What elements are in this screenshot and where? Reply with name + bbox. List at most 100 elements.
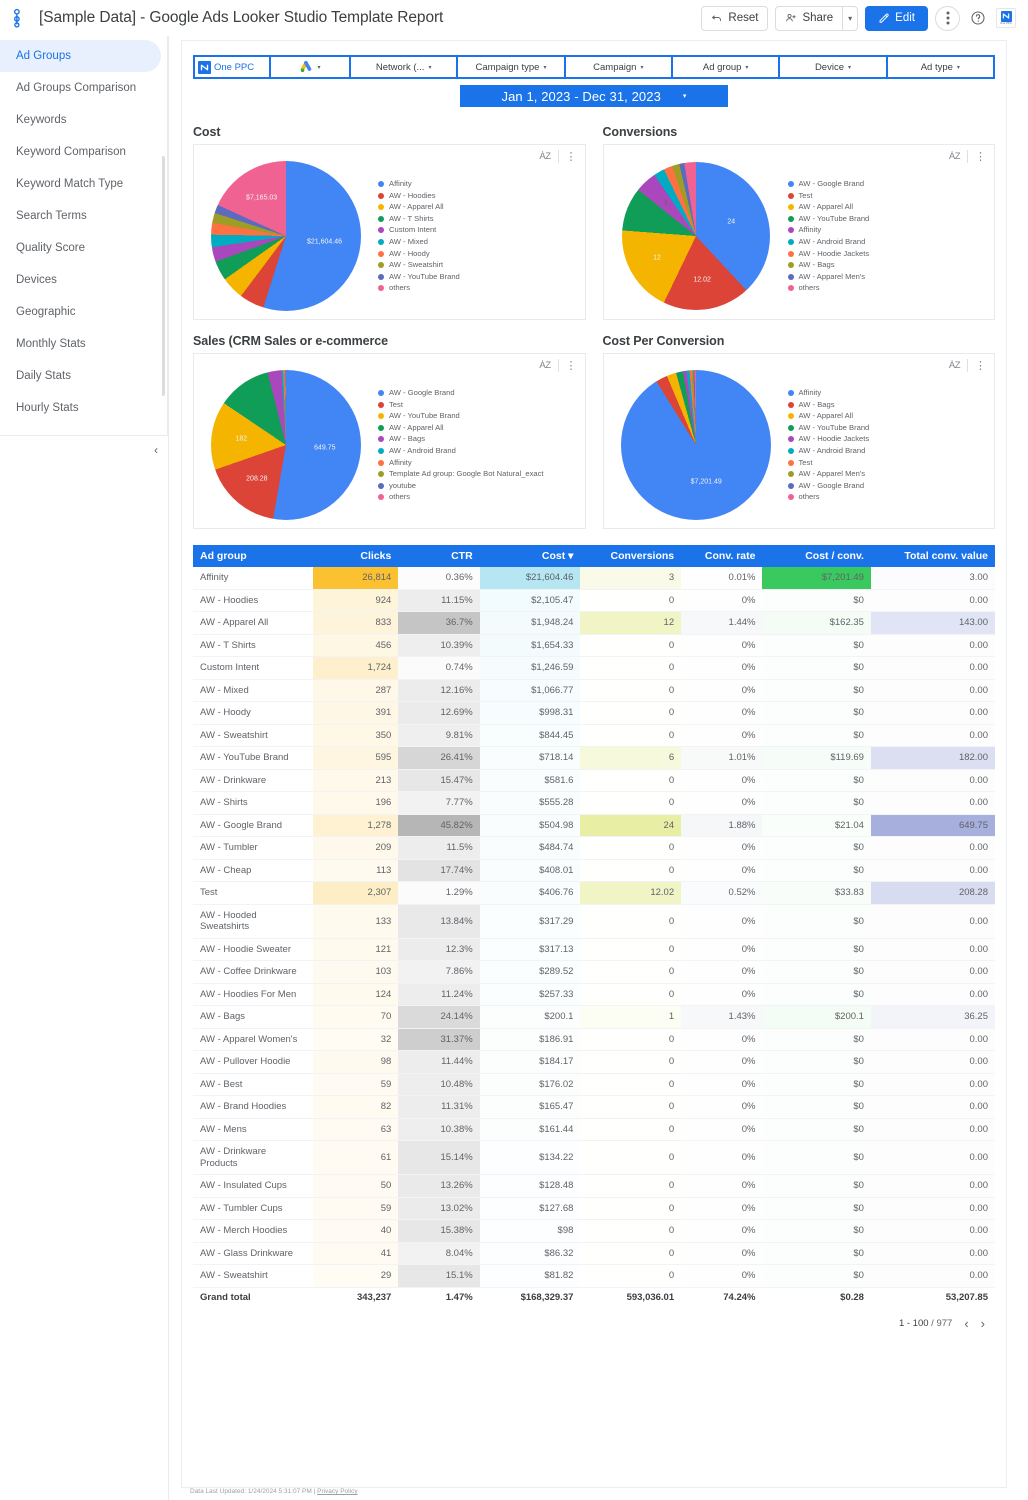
sidebar-item-geographic[interactable]: Geographic — [0, 296, 161, 328]
table-row[interactable]: AW - Hoody 391 12.69% $998.31 0 0% $0 0.00 — [193, 701, 995, 725]
sidebar-item-keyword-match-type[interactable]: Keyword Match Type — [0, 168, 161, 200]
legend-item[interactable]: AW - Hoody — [378, 248, 573, 260]
legend-item[interactable]: AW - Google Brand — [787, 178, 983, 190]
sort-az-icon[interactable]: ȦZ — [949, 151, 961, 162]
filter-campaign[interactable]: Campaign ▾ — [565, 57, 671, 77]
table-row[interactable]: AW - Tumbler Cups 59 13.02% $127.68 0 0% $0 0.0… — [193, 1197, 995, 1220]
pagination-next-button[interactable]: › — [981, 1316, 985, 1331]
column-header-cost-per-conv[interactable]: Cost / conv. — [762, 545, 871, 567]
legend-item[interactable]: Affinity — [787, 387, 983, 399]
table-row[interactable]: AW - Apparel Women's 32 31.37% $186.91 0 0% $0… — [193, 1028, 995, 1051]
legend-item[interactable]: Template Ad group: Google Bot Natural_ex… — [378, 468, 573, 480]
legend-item[interactable]: AW - YouTube Brand — [378, 410, 573, 422]
column-header-ad-group[interactable]: Ad group — [193, 545, 314, 567]
legend-item[interactable]: AW - Apparel All — [378, 422, 573, 434]
chart-options-icon[interactable]: ⋮ — [975, 151, 986, 162]
legend-item[interactable]: AW - Android Brand — [378, 445, 573, 457]
column-header-conversions[interactable]: Conversions — [580, 545, 682, 567]
legend-item[interactable]: AW - Apparel Men's — [787, 468, 983, 480]
sidebar-item-hourly-stats[interactable]: Hourly Stats — [0, 392, 161, 424]
share-dropdown-caret[interactable]: ▾ — [842, 5, 859, 31]
table-row[interactable]: AW - Cheap 113 17.74% $408.01 0 0% $0 0.00 — [193, 859, 995, 882]
table-row[interactable]: AW - Brand Hoodies 82 11.31% $165.47 0 0% $0 0.… — [193, 1095, 995, 1119]
table-row[interactable]: AW - Hoodie Sweater 121 12.3% $317.13 0 0% $0 0… — [193, 938, 995, 961]
legend-item[interactable]: Test — [787, 457, 983, 469]
table-row[interactable]: AW - Hoodies 924 11.15% $2,105.47 0 0% $0 0.00 — [193, 589, 995, 612]
legend-item[interactable]: AW - Google Brand — [787, 480, 983, 492]
pie-sales[interactable]: 649.75 208.28 182 — [211, 370, 361, 520]
legend-item[interactable]: Test — [378, 399, 573, 411]
legend-item[interactable]: others — [787, 491, 983, 503]
legend-item[interactable]: Affinity — [787, 224, 983, 236]
sidebar-item-quality-score[interactable]: Quality Score — [0, 232, 161, 264]
sidebar-item-monthly-stats[interactable]: Monthly Stats — [0, 328, 161, 360]
legend-item[interactable]: AW - YouTube Brand — [378, 271, 573, 283]
sidebar-collapse-button[interactable]: ‹ — [146, 440, 166, 460]
help-button[interactable] — [967, 7, 989, 29]
sidebar-item-ad-groups[interactable]: Ad Groups — [0, 40, 161, 72]
sort-az-icon[interactable]: ȦZ — [539, 151, 551, 162]
legend-item[interactable]: AW - Hoodie Jackets — [787, 248, 983, 260]
table-row[interactable]: AW - Tumbler 209 11.5% $484.74 0 0% $0 0.00 — [193, 836, 995, 860]
column-header-ctr[interactable]: CTR — [398, 545, 480, 567]
legend-item[interactable]: AW - Apparel All — [378, 201, 573, 213]
legend-item[interactable]: others — [787, 282, 983, 294]
legend-item[interactable]: AW - Hoodie Jackets — [787, 433, 983, 445]
sidebar-item-search-terms[interactable]: Search Terms — [0, 200, 161, 232]
chart-options-icon[interactable]: ⋮ — [566, 151, 577, 162]
legend-item[interactable]: AW - T Shirts — [378, 213, 573, 225]
table-row[interactable]: AW - Drinkware Products 61 15.14% $134.22 0 0… — [193, 1140, 995, 1175]
table-row[interactable]: AW - Insulated Cups 50 13.26% $128.48 0 0% $0 0… — [193, 1174, 995, 1198]
more-options-button[interactable] — [935, 5, 960, 31]
column-header-clicks[interactable]: Clicks — [313, 545, 399, 567]
sort-az-icon[interactable]: ȦZ — [949, 360, 961, 371]
legend-item[interactable]: AW - Sweatshirt — [378, 259, 573, 271]
table-row[interactable]: AW - Pullover Hoodie 98 11.44% $184.17 0 0% $0… — [193, 1050, 995, 1074]
legend-item[interactable]: others — [378, 491, 573, 503]
table-row[interactable]: AW - Google Brand 1,278 45.82% $504.98 24 1.8… — [193, 814, 995, 837]
sidebar-item-daily-stats[interactable]: Daily Stats — [0, 360, 161, 392]
legend-item[interactable]: AW - Bags — [378, 433, 573, 445]
table-row[interactable]: Test 2,307 1.29% $406.76 12.02 0.52% $33.83 208… — [193, 881, 995, 905]
legend-item[interactable]: Test — [787, 190, 983, 202]
table-row[interactable]: AW - Sweatshirt 29 15.1% $81.82 0 0% $0 0.00 — [193, 1264, 995, 1288]
table-row[interactable]: Custom Intent 1,724 0.74% $1,246.59 0 0% $0 0.0… — [193, 656, 995, 680]
chart-options-icon[interactable]: ⋮ — [566, 360, 577, 371]
reset-button[interactable]: Reset — [701, 5, 769, 31]
table-row[interactable]: Affinity 26,814 0.36% $21,604.46 3 0.01% $7,20… — [193, 567, 995, 590]
column-header-conv-rate[interactable]: Conv. rate — [681, 545, 763, 567]
table-row[interactable]: AW - Merch Hoodies 40 15.38% $98 0 0% $0 0.00 — [193, 1219, 995, 1243]
legend-item[interactable]: AW - Hoodies — [378, 190, 573, 202]
sidebar-item-keyword-comparison[interactable]: Keyword Comparison — [0, 136, 161, 168]
legend-item[interactable]: others — [378, 282, 573, 294]
privacy-policy-link[interactable]: Privacy Policy — [317, 1488, 357, 1495]
pagination-prev-button[interactable]: ‹ — [964, 1316, 968, 1331]
legend-item[interactable]: AW - Android Brand — [787, 236, 983, 248]
filter-ad-type[interactable]: Ad type ▾ — [887, 57, 993, 77]
column-header-total-conv-value[interactable]: Total conv. value — [870, 545, 995, 567]
table-row[interactable]: AW - YouTube Brand 595 26.41% $718.14 6 1.01%… — [193, 746, 995, 770]
legend-item[interactable]: AW - Apparel All — [787, 410, 983, 422]
legend-item[interactable]: AW - Bags — [787, 259, 983, 271]
oneppc-brand-logo[interactable]: One PPC — [996, 8, 1016, 28]
filter-device[interactable]: Device ▾ — [780, 57, 886, 77]
table-row[interactable]: AW - Mens 63 10.38% $161.44 0 0% $0 0.00 — [193, 1118, 995, 1141]
table-row[interactable]: AW - Best 59 10.48% $176.02 0 0% $0 0.00 — [193, 1073, 995, 1096]
legend-item[interactable]: youtube — [378, 480, 573, 492]
share-button[interactable]: Share — [775, 5, 843, 31]
sort-az-icon[interactable]: ȦZ — [539, 360, 551, 371]
table-row[interactable]: AW - Bags 70 24.14% $200.1 1 1.43% $200.1 36.25 — [193, 1005, 995, 1029]
table-row[interactable]: AW - Hooded Sweatshirts 133 13.84% $317.29 0… — [193, 904, 995, 939]
table-row[interactable]: AW - Mixed 287 12.16% $1,066.77 0 0% $0 0.00 — [193, 679, 995, 702]
filter-google-ads-account[interactable]: ▾ — [271, 57, 349, 77]
table-row[interactable]: AW - Drinkware 213 15.47% $581.6 0 0% $0 0.00 — [193, 769, 995, 792]
legend-item[interactable]: Custom Intent — [378, 224, 573, 236]
filter-oneppc-brand[interactable]: One PPC — [195, 57, 269, 77]
legend-item[interactable]: AW - Apparel All — [787, 201, 983, 213]
table-row[interactable]: AW - Hoodies For Men 124 11.24% $257.33 0 0% $… — [193, 983, 995, 1006]
legend-item[interactable]: AW - Mixed — [378, 236, 573, 248]
legend-item[interactable]: Affinity — [378, 178, 573, 190]
pie-conversions[interactable]: 24 12.02 12 3 — [621, 162, 770, 310]
pie-cost-per-conversion[interactable]: $7,201.49 — [620, 370, 771, 520]
legend-item[interactable]: AW - Android Brand — [787, 445, 983, 457]
